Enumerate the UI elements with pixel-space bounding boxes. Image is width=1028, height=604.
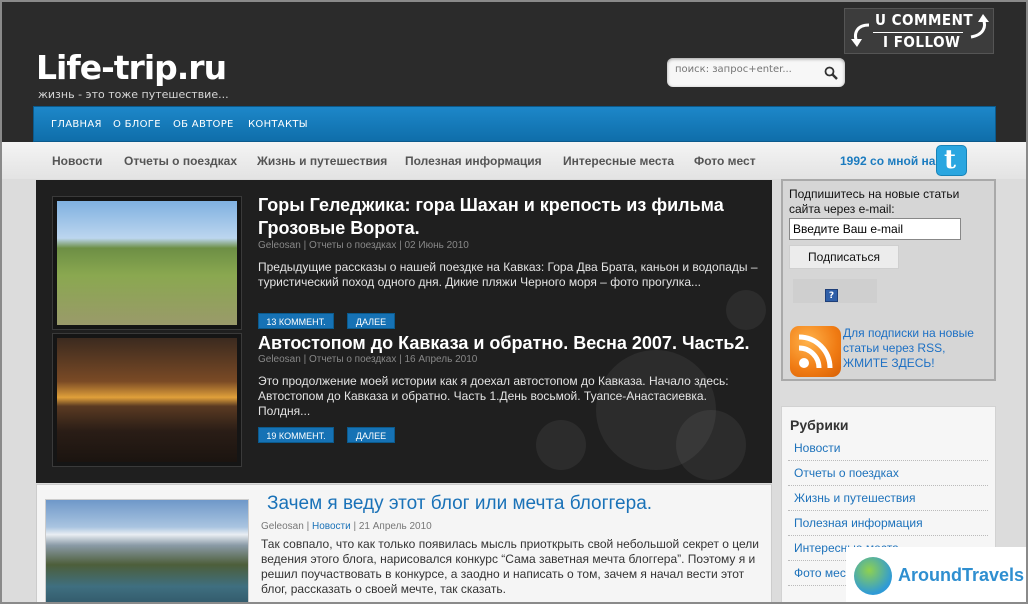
- author-link[interactable]: Geleosan: [261, 521, 304, 532]
- category-photos[interactable]: Фото мест: [694, 154, 756, 168]
- main-nav: ГЛАВНАЯ О БЛОГЕ ОБ АВТОРЕ КОНТАКТЫ: [33, 106, 996, 142]
- post-date: 02 Июнь 2010: [404, 240, 469, 251]
- post-image[interactable]: [45, 499, 249, 602]
- rubric-item-life-travel[interactable]: Жизнь и путешествия: [788, 486, 988, 511]
- ifollow-label: I FOLLOW: [883, 33, 961, 51]
- post-entry: Зачем я веду этот блог или мечта блоггер…: [36, 484, 772, 602]
- twitter-follow-text[interactable]: 1992 со мной на: [840, 154, 935, 168]
- rubric-item-news[interactable]: Новости: [788, 436, 988, 461]
- nav-item-contacts[interactable]: КОНТАКТЫ: [248, 119, 308, 130]
- category-useful-info[interactable]: Полезная информация: [405, 154, 542, 168]
- post-date: 16 Апрель 2010: [404, 354, 478, 365]
- site-logo[interactable]: Life-trip.ru: [36, 48, 227, 87]
- twitter-icon[interactable]: t: [936, 145, 967, 176]
- featured-title-2[interactable]: Автостопом до Кавказа и обратно. Весна 2…: [258, 332, 758, 355]
- category-news[interactable]: Новости: [52, 154, 102, 168]
- post-excerpt: Так совпало, что как только появилась мы…: [261, 537, 759, 596]
- author-link[interactable]: Geleosan: [258, 240, 301, 251]
- read-more-button-1[interactable]: ДАЛЕЕ: [347, 313, 395, 329]
- rubrics-title: Рубрики: [790, 417, 849, 433]
- search-input[interactable]: [675, 64, 815, 75]
- post-meta: Geleosan | Новости | 21 Апрель 2010: [261, 521, 432, 532]
- rubric-item-trip-reports[interactable]: Отчеты о поездках: [788, 461, 988, 486]
- rss-icon[interactable]: [790, 326, 841, 377]
- subscribe-button[interactable]: Подписаться: [789, 245, 899, 269]
- curved-arrow-left-icon: [851, 23, 870, 47]
- featured-slider: Горы Геледжика: гора Шахан и крепость из…: [36, 180, 772, 483]
- comments-button-2[interactable]: 19 КОММЕНТ.: [258, 427, 334, 443]
- featured-thumb-1[interactable]: [52, 196, 242, 330]
- featured-excerpt-1: Предыдущие рассказы о нашей поездке на К…: [258, 260, 758, 289]
- featured-excerpt-2: Это продолжение моей истории как я доеха…: [258, 374, 729, 418]
- category-link[interactable]: Новости: [312, 521, 351, 532]
- read-more-button-2[interactable]: ДАЛЕЕ: [347, 427, 395, 443]
- category-trip-reports[interactable]: Отчеты о поездках: [124, 154, 237, 168]
- author-link[interactable]: Geleosan: [258, 354, 301, 365]
- featured-meta-2: Geleosan | Отчеты о поездках | 16 Апрель…: [258, 354, 478, 365]
- subscribe-text: Подпишитесь на новые статьи сайта через …: [789, 187, 960, 216]
- post-title[interactable]: Зачем я веду этот блог или мечта блоггер…: [267, 493, 652, 515]
- nav-item-home[interactable]: ГЛАВНАЯ: [51, 119, 102, 130]
- nav-item-about-blog[interactable]: О БЛОГЕ: [113, 119, 161, 130]
- email-field[interactable]: [789, 218, 961, 240]
- ucomment-label: U COMMENT: [875, 11, 974, 29]
- email-subscribe-box: Подпишитесь на новые статьи сайта через …: [781, 179, 996, 381]
- rubric-item-useful-info[interactable]: Полезная информация: [788, 511, 988, 536]
- comments-button-1[interactable]: 13 КОММЕНТ.: [258, 313, 334, 329]
- featured-thumb-2[interactable]: [52, 333, 242, 467]
- browser-frame: Life-trip.ru жизнь - это тоже путешестви…: [0, 0, 1028, 604]
- help-icon[interactable]: ?: [825, 289, 838, 302]
- curved-arrow-right-icon: [970, 14, 989, 39]
- watermark-text: AroundTravels: [898, 565, 1025, 585]
- ucomment-ifollow-badge[interactable]: U COMMENT I FOLLOW: [844, 8, 994, 54]
- post-date: 21 Апрель 2010: [358, 521, 432, 532]
- aroundtravels-watermark: AroundTravels: [846, 547, 1026, 602]
- category-life-travel[interactable]: Жизнь и путешествия: [257, 154, 387, 168]
- rss-subscribe-link[interactable]: Для подписки на новые статьи через RSS, …: [843, 326, 993, 371]
- search-icon[interactable]: [823, 65, 839, 81]
- site-tagline: жизнь - это тоже путешествие...: [38, 88, 229, 101]
- featured-meta-1: Geleosan | Отчеты о поездках | 02 Июнь 2…: [258, 240, 469, 251]
- featured-title-1[interactable]: Горы Геледжика: гора Шахан и крепость из…: [258, 194, 758, 240]
- nav-item-about-author[interactable]: ОБ АВТОРЕ: [173, 119, 234, 130]
- category-link[interactable]: Отчеты о поездках: [309, 354, 396, 365]
- category-interesting-places[interactable]: Интересные места: [563, 154, 674, 168]
- globe-logo-icon: [854, 557, 892, 595]
- search-box: [667, 58, 845, 87]
- category-link[interactable]: Отчеты о поездках: [309, 240, 396, 251]
